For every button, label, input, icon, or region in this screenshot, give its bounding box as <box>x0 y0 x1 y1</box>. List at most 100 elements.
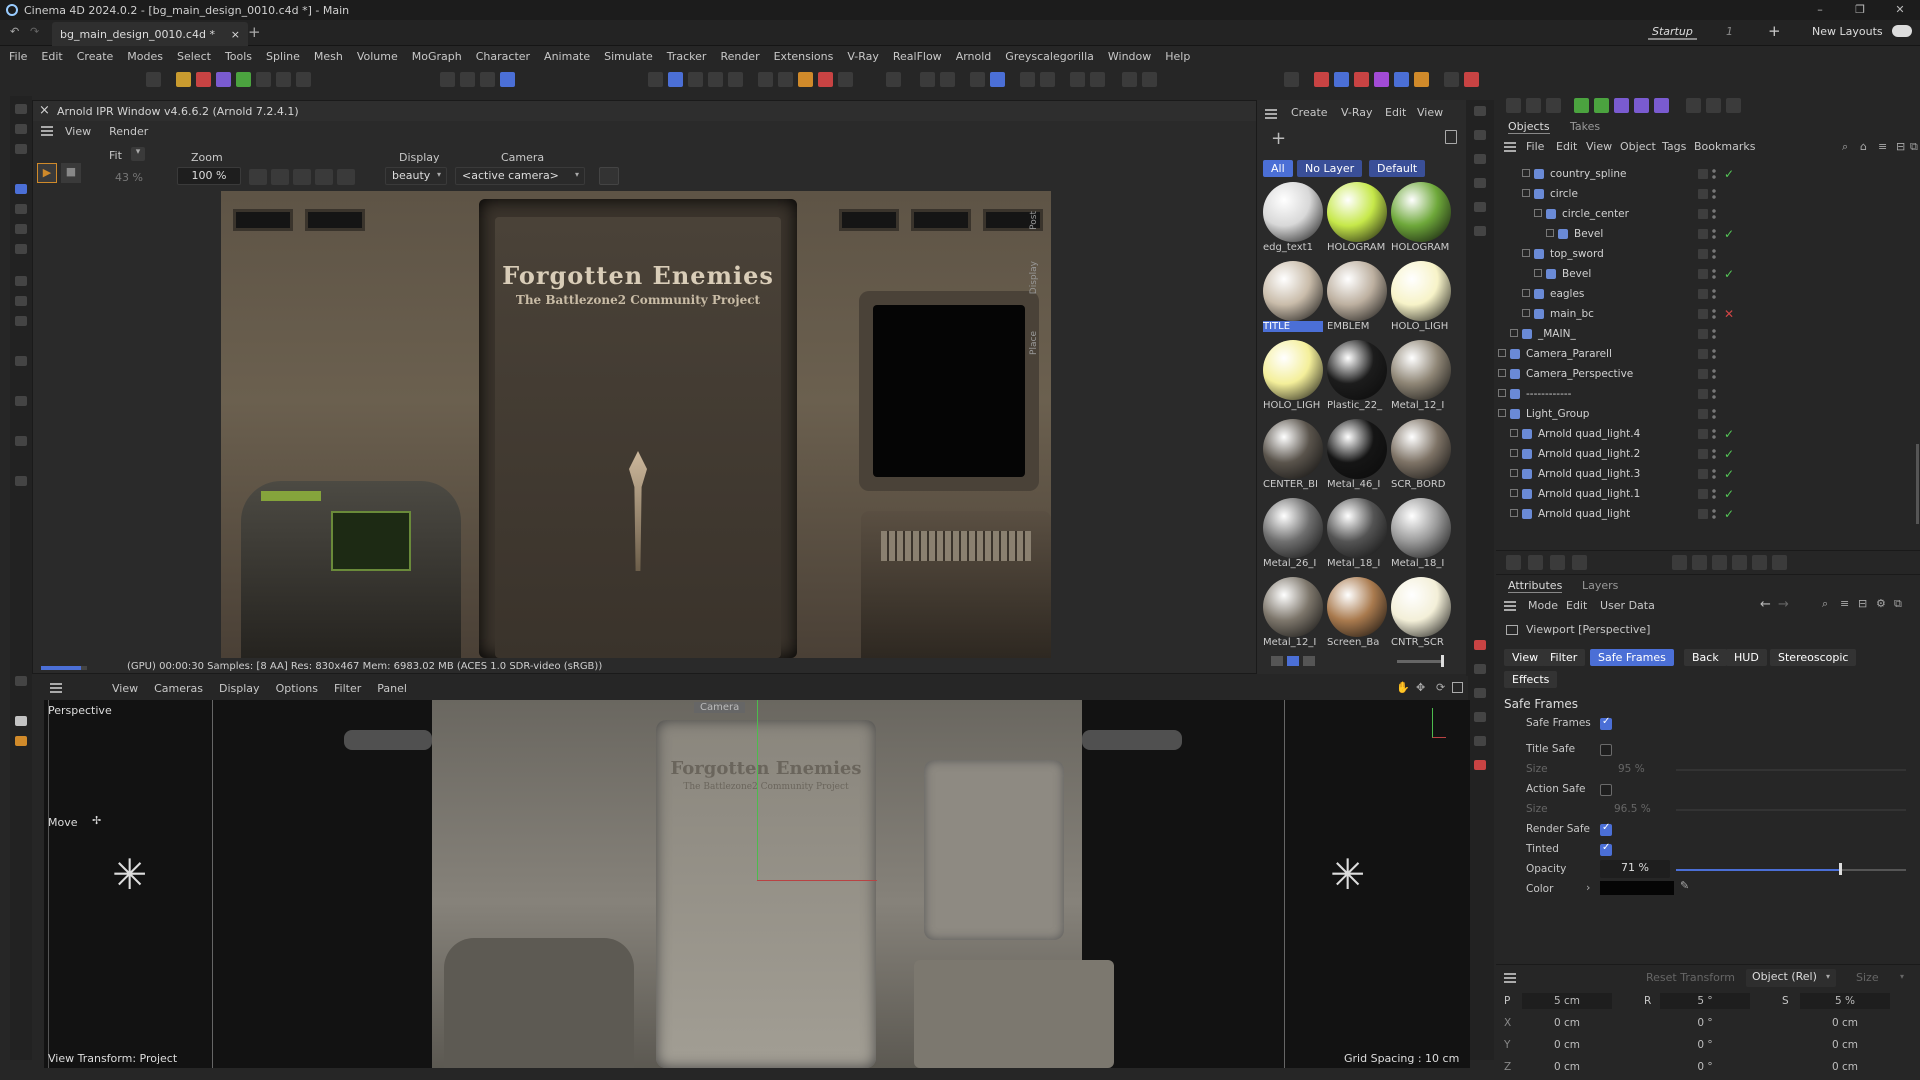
text-tool-icon[interactable] <box>1546 98 1561 113</box>
material-menu-view[interactable]: View <box>1417 106 1443 119</box>
node-icon[interactable] <box>1284 72 1299 87</box>
maximize-button[interactable]: ❐ <box>1840 0 1880 20</box>
expand-toggle-icon[interactable] <box>1498 409 1506 417</box>
material-swatch[interactable]: Metal_12_I <box>1263 577 1323 653</box>
expand-toggle-icon[interactable] <box>1522 309 1530 317</box>
expand-toggle-icon[interactable] <box>1510 429 1518 437</box>
orbit-icon[interactable]: ⟳ <box>1436 681 1445 694</box>
region-icon[interactable] <box>271 169 289 185</box>
object-row[interactable]: Camera_Perspective <box>1496 364 1920 384</box>
object-row[interactable]: Bevel ✓ <box>1496 264 1920 284</box>
expand-toggle-icon[interactable] <box>1498 369 1506 377</box>
enable-check-icon[interactable]: ✓ <box>1724 484 1734 504</box>
viewport-menu-cameras[interactable]: Cameras <box>154 682 203 695</box>
object-hamburger-icon[interactable] <box>1504 142 1516 144</box>
light-icon[interactable] <box>216 72 231 87</box>
camera-select[interactable]: <active camera> <box>455 167 585 185</box>
object-menu-view[interactable]: View <box>1586 140 1612 153</box>
layer-color-swatch[interactable] <box>1698 249 1708 259</box>
side-tab-post[interactable]: Post <box>1029 211 1039 230</box>
render-output[interactable]: Forgotten Enemies The Battlezone2 Commun… <box>221 191 1051 658</box>
strip-icon-1[interactable] <box>1474 106 1486 116</box>
lock-icon[interactable] <box>940 72 955 87</box>
visibility-dots[interactable] <box>1712 348 1716 360</box>
paint-tool-icon[interactable] <box>15 676 27 686</box>
opacity-slider-handle[interactable] <box>1839 863 1843 875</box>
title-safe-checkbox[interactable] <box>1600 744 1612 756</box>
new-layouts-label[interactable]: New Layouts <box>1812 25 1883 38</box>
expand-icon[interactable] <box>1550 555 1565 570</box>
object-row[interactable]: country_spline ✓ <box>1496 164 1920 184</box>
expand-toggle-icon[interactable] <box>1510 509 1518 517</box>
new-window-icon[interactable]: ⧉ <box>1910 140 1918 154</box>
render-region-icon[interactable] <box>818 72 833 87</box>
home-icon[interactable]: ⌂ <box>1860 140 1867 153</box>
visibility-dots[interactable] <box>1712 308 1716 320</box>
arnold-ipr-icon[interactable] <box>1334 72 1349 87</box>
strip-icon-4[interactable] <box>1474 178 1486 188</box>
viewport-menu-filter[interactable]: Filter <box>334 682 361 695</box>
menu-mograph[interactable]: MoGraph <box>412 50 462 63</box>
material-swatch[interactable]: HOLOGRAM <box>1391 182 1451 258</box>
material-menu-vray[interactable]: V-Ray <box>1341 106 1373 119</box>
spline-icon[interactable] <box>236 72 251 87</box>
visibility-dots[interactable] <box>1712 188 1716 200</box>
subtab-stereoscopic[interactable]: Stereoscopic <box>1770 649 1857 666</box>
compare-icon[interactable] <box>315 169 333 185</box>
action-size-slider[interactable] <box>1676 809 1906 811</box>
play-button[interactable]: ▶ <box>37 163 57 183</box>
camera-icon[interactable] <box>1020 72 1035 87</box>
expand-toggle-icon[interactable] <box>1498 349 1506 357</box>
opacity-input[interactable]: 71 % <box>1600 860 1670 878</box>
render-toggle-icon[interactable] <box>1732 555 1747 570</box>
arnold-render-icon[interactable] <box>1314 72 1329 87</box>
enable-check-icon[interactable]: ✓ <box>1724 264 1734 284</box>
attribute-search-icon[interactable]: ⌕ <box>1822 597 1828 611</box>
large-view-icon[interactable] <box>1303 656 1315 666</box>
attributes-tab[interactable]: Attributes <box>1508 579 1563 593</box>
lock-filter-icon[interactable]: ⊟ <box>1896 140 1905 153</box>
marker-icon[interactable] <box>1464 72 1479 87</box>
coord-x-rotation[interactable]: 0 ° <box>1660 1015 1750 1031</box>
menu-help[interactable]: Help <box>1165 50 1190 63</box>
subtab-hud[interactable]: HUD <box>1726 649 1767 666</box>
python-icon[interactable] <box>1122 72 1137 87</box>
effector-icon[interactable] <box>1614 98 1629 113</box>
viewport-menu-options[interactable]: Options <box>276 682 318 695</box>
enable-check-icon[interactable]: ✓ <box>1724 504 1734 524</box>
object-row[interactable]: Arnold quad_light.4 ✓ <box>1496 424 1920 444</box>
color-swatch-alt-icon[interactable] <box>15 736 27 746</box>
render-icon[interactable] <box>798 72 813 87</box>
material-swatch[interactable]: TITLE <box>1263 261 1323 337</box>
menu-character[interactable]: Character <box>476 50 530 63</box>
color-swatch[interactable] <box>1600 881 1674 895</box>
strip-icon-12[interactable] <box>1474 760 1486 770</box>
menu-simulate[interactable]: Simulate <box>604 50 653 63</box>
menu-realflow[interactable]: RealFlow <box>893 50 942 63</box>
object-menu-object[interactable]: Object <box>1620 140 1656 153</box>
magnet-icon[interactable] <box>920 72 935 87</box>
action-size-value[interactable]: 96.5 % <box>1614 803 1651 815</box>
model-mode-icon[interactable] <box>648 72 663 87</box>
object-row[interactable]: Arnold quad_light.3 ✓ <box>1496 464 1920 484</box>
xray-icon[interactable] <box>1752 555 1767 570</box>
attribute-menu-mode[interactable]: Mode <box>1528 599 1558 612</box>
coord-s-input[interactable]: 5 % <box>1800 993 1890 1009</box>
arnold-settings-icon[interactable] <box>1414 72 1429 87</box>
options-icon[interactable] <box>1090 72 1105 87</box>
xpresso-icon[interactable] <box>1706 98 1721 113</box>
visibility-dots[interactable] <box>1712 368 1716 380</box>
attribute-menu-userdata[interactable]: User Data <box>1600 599 1655 612</box>
layer-color-swatch[interactable] <box>1698 169 1708 179</box>
live-select-icon[interactable] <box>15 204 27 214</box>
expand-toggle-icon[interactable] <box>1534 209 1542 217</box>
display-icon[interactable] <box>1692 555 1707 570</box>
undo-icon[interactable]: ↶ <box>10 25 19 38</box>
menu-create[interactable]: Create <box>77 50 114 63</box>
points-mode-icon[interactable] <box>688 72 703 87</box>
object-row[interactable]: Arnold quad_light.1 ✓ <box>1496 484 1920 504</box>
material-swatch[interactable]: CNTR_SCR <box>1391 577 1451 653</box>
enable-check-icon[interactable]: ✓ <box>1724 464 1734 484</box>
material-swatch[interactable]: Plastic_22_ <box>1327 340 1387 416</box>
viewport-menu-panel[interactable]: Panel <box>377 682 407 695</box>
